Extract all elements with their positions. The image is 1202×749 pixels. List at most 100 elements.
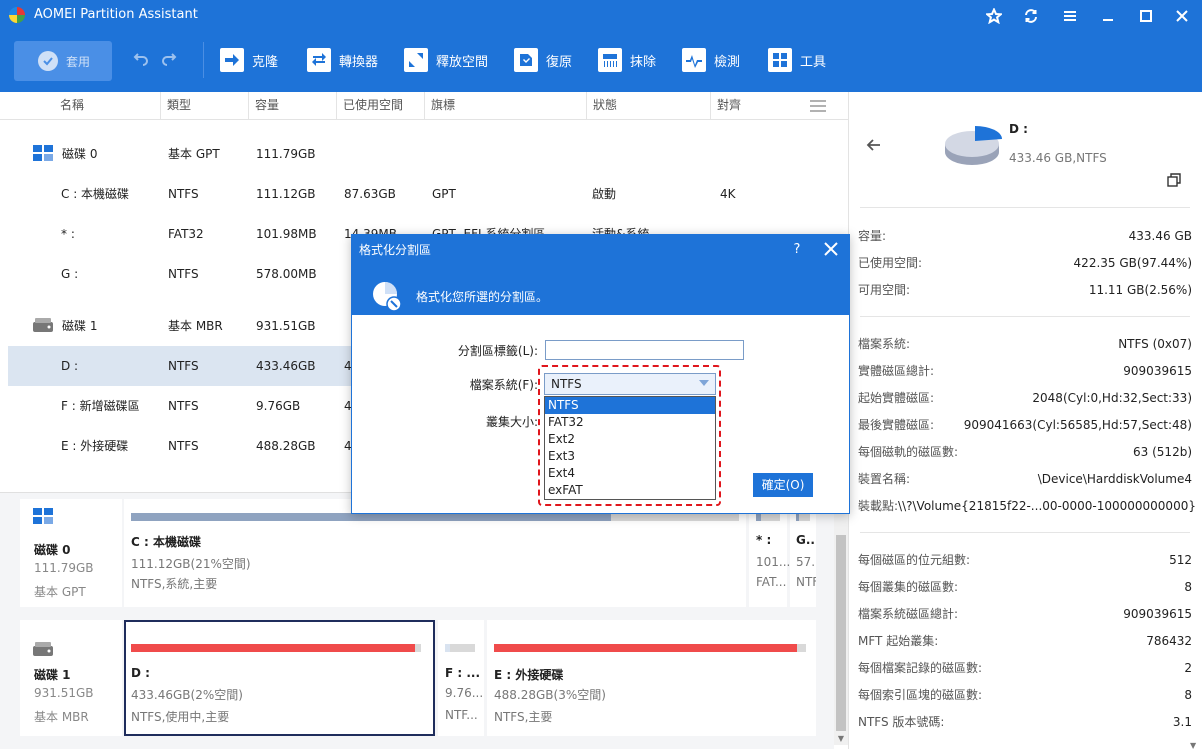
scrollbar-thumb[interactable] [836,535,846,731]
partition-e-info: 488.28GB(3%空間) [494,688,606,702]
tool-free-space[interactable]: 釋放空間 [404,46,488,74]
partition-d-fs: NTFS,使用中,主要 [131,710,230,724]
tool-label: 檢測 [714,54,741,70]
disk1-type: 基本 MBR [34,710,89,724]
minimize-button[interactable] [1095,4,1121,28]
partition-g-card[interactable]: G... 57... NTF... [790,499,816,607]
partition-c-usage-bar [131,513,739,521]
cell-type: NTFS [168,267,199,281]
test-icon [682,48,706,72]
col-name[interactable]: 名稱 [54,92,162,119]
property-value: 909041663(Cyl:56585,Hd:57,Sect:48) [963,417,1192,432]
disk-mbr-icon [33,642,53,656]
col-flag[interactable]: 旗標 [424,92,586,119]
property-value: 433.46 GB [1128,228,1192,243]
ok-button[interactable]: 確定(O) [753,473,813,497]
tool-test[interactable]: 檢測 [682,46,740,74]
property-row: 檔案系統: NTFS (0x07) [858,330,1192,357]
drive-name: D : [1009,122,1028,136]
disk-row[interactable]: 磁碟 0 基本 GPT 111.79GB [8,134,826,174]
pie-chart-icon [945,126,1002,165]
partition-label-input[interactable] [545,340,744,360]
partition-c-fs: NTFS,系統,主要 [131,577,218,591]
tool-label: 克隆 [252,54,279,70]
maximize-button[interactable] [1133,4,1159,28]
check-circle-icon [38,51,58,71]
disk0-card[interactable]: 磁碟 0 111.79GB 基本 GPT [20,499,122,607]
partition-c-card[interactable]: C : 本機磁碟 111.12GB(21%空間) NTFS,系統,主要 [124,499,746,607]
partition-f-card[interactable]: F : ... 9.76... NTF... [438,620,484,736]
tool-clone[interactable]: 克隆 [220,46,278,74]
cell-capacity: 578.00MB [256,267,317,281]
cell-flag [432,134,582,174]
undo-icon[interactable] [133,50,149,66]
scroll-down-icon[interactable]: ▼ [836,734,846,744]
disk0-name: 磁碟 0 [34,543,71,557]
copy-icon[interactable] [1167,173,1181,187]
cell-name: 磁碟 1 [62,319,98,333]
wipe-icon [598,48,622,72]
close-window-button[interactable] [1169,4,1195,28]
property-value: 8 [1184,579,1192,594]
property-key: 容量: [858,229,887,243]
cell-flag: GPT [432,187,456,201]
tools-icon [768,48,792,72]
back-arrow-icon[interactable] [866,138,882,152]
col-align[interactable]: 對齊 [710,92,802,119]
cluster-size-label: 叢集大小: [485,415,538,429]
property-row: 起始實體磁區: 2048(Cyl:0,Hd:32,Sect:33) [858,384,1192,411]
col-type[interactable]: 類型 [160,92,248,119]
partition-c-name: C : 本機磁碟 [131,535,201,549]
col-used[interactable]: 已使用空間 [336,92,424,119]
property-row: 每個檔案記錄的磁區數: 2 [858,654,1192,681]
dialog-close-button[interactable] [824,242,842,260]
tool-convert[interactable]: 轉換器 [307,46,378,74]
partition-d-card[interactable]: D : 433.46GB(2%空間) NTFS,使用中,主要 [124,620,435,736]
divider [860,316,1190,317]
column-settings-icon[interactable] [810,100,826,112]
refresh-button[interactable] [1018,4,1044,28]
cell-type: NTFS [168,439,199,453]
menu-button[interactable] [1057,4,1083,28]
tool-wipe[interactable]: 抹除 [598,46,656,74]
property-value: \\?\Volume{21815f22-...00-0000-100000000… [898,498,1196,513]
property-value: 786432 [1146,633,1192,648]
partition-g-name: G... [796,533,816,547]
col-capacity[interactable]: 容量 [248,92,336,119]
property-value: 11.11 GB(2.56%) [1088,282,1192,297]
tool-label: 抹除 [630,54,657,70]
cell-name: * : [61,227,75,241]
cell-capacity: 111.79GB [256,147,316,161]
property-key: 每個磁軌的磁區數: [858,445,959,459]
cell-name: D : [61,359,79,373]
minimize-icon [1103,19,1113,21]
property-row: 裝載點: \\?\Volume{21815f22-...00-0000-10000… [858,492,1196,519]
property-key: 檔案系統磁區總計: [858,607,959,621]
redo-icon[interactable] [161,50,177,66]
tool-label: 轉換器 [339,54,379,70]
partition-f-usage-bar [445,644,475,652]
property-key: 每個叢集的磁區數: [858,580,959,594]
partition-star-card[interactable]: * : 101... FAT... [749,499,791,607]
clone-icon [220,48,244,72]
partition-row[interactable]: C : 本機磁碟 NTFS 111.12GB 87.63GB GPT 啟動 4K [8,174,826,214]
panel-scroll-down-icon[interactable]: ▼ [1190,741,1200,749]
partition-f-fs: NTF... [445,708,478,722]
free-space-icon [404,48,428,72]
tool-tools[interactable]: 工具 [768,46,826,74]
col-status[interactable]: 狀態 [586,92,710,119]
apply-button[interactable]: 套用 [14,41,112,81]
partition-g-fs: NTF... [796,575,816,589]
favorite-button[interactable] [981,4,1007,28]
partition-e-card[interactable]: E : 外接硬碟 488.28GB(3%空間) NTFS,主要 [487,620,816,736]
cell-status [592,134,712,174]
tool-recovery[interactable]: 復原 [514,46,572,74]
partition-star-info: 101... [756,555,791,569]
help-button[interactable]: ? [788,240,806,260]
property-key: MFT 起始叢集: [858,634,939,648]
disk1-card[interactable]: 磁碟 1 931.51GB 基本 MBR [20,620,122,736]
property-key: 檔案系統: [858,337,911,351]
property-value: 512 [1169,552,1192,567]
property-value: \Device\HarddiskVolume4 [1037,471,1192,486]
cell-type: 基本 MBR [168,319,223,333]
